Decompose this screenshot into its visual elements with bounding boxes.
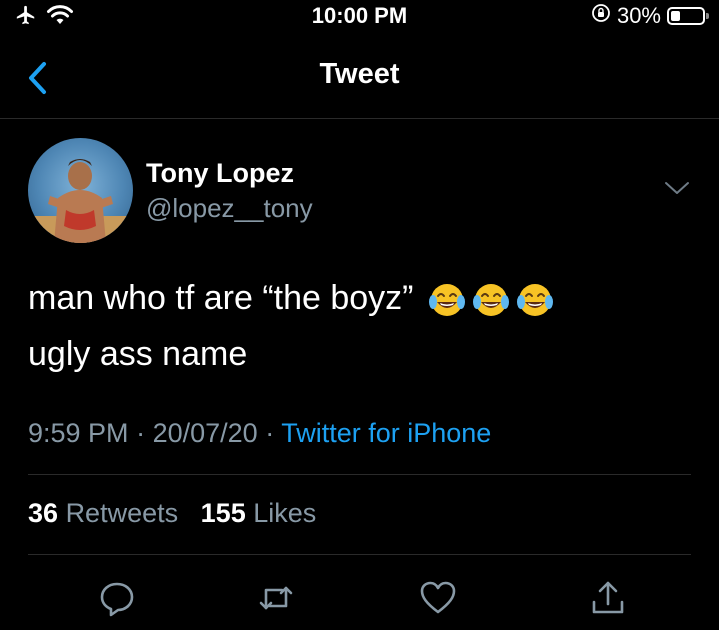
retweets-stat[interactable]: 36 Retweets [28,498,186,528]
reply-button[interactable] [97,578,137,618]
battery-fill [671,11,680,21]
divider [28,474,691,475]
page-title: Tweet [319,58,400,90]
tweet-text-line-2: ugly ass name [28,335,248,373]
author-handle[interactable]: @lopez__tony [146,193,313,224]
tweet-date: 20/07/20 [152,418,258,448]
tweet-text-line-1-content: man who tf are “the boyz” [28,279,414,317]
likes-stat[interactable]: 155 Likes [201,498,317,528]
tweet-action-bar [0,572,719,622]
tweet-meta: 9:59 PM · 20/07/20 · Twitter for iPhone [28,418,699,449]
share-icon [592,581,624,614]
meta-separator: · [265,418,275,448]
status-right: 30% [591,3,709,29]
like-label: Likes [253,498,317,528]
face-with-tears-of-joy-icon [472,284,509,317]
tweet-author: Tony Lopez @lopez__tony [28,138,699,248]
retweet-count: 36 [28,498,59,528]
caret-down-icon [665,182,689,194]
emoji-group [423,279,555,317]
tweet-stats: 36 Retweets 155 Likes [28,498,699,529]
nav-bar: Tweet [0,36,719,119]
tweet-options-button[interactable] [663,178,691,198]
battery-percent: 30% [616,3,661,28]
orientation-lock-icon [591,3,611,29]
retweet-label: Retweets [65,498,179,528]
retweet-button[interactable] [256,578,296,618]
face-with-tears-of-joy-icon [428,284,465,317]
share-button[interactable] [588,578,628,618]
like-button[interactable] [418,578,458,618]
tweet-detail-screen: 10:00 PM 30% Tweet Tony Lopez @lopez__to… [0,0,719,630]
battery-icon [667,7,709,25]
divider [28,554,691,555]
like-icon [420,581,456,614]
reply-icon [100,582,134,617]
face-with-tears-of-joy-icon [516,284,553,317]
author-name[interactable]: Tony Lopez [146,158,294,189]
tweet-source-link[interactable]: Twitter for iPhone [281,418,491,448]
tweet-text: man who tf are “the boyz” ugly ass name [28,270,689,382]
avatar[interactable] [28,138,133,243]
status-bar: 10:00 PM 30% [0,0,719,36]
like-count: 155 [200,498,246,528]
avatar-image [28,159,133,243]
meta-separator: · [136,418,146,448]
tweet-time: 9:59 PM [28,418,129,448]
battery-nub [706,13,709,19]
tweet-text-line-1: man who tf are “the boyz” [28,270,689,326]
retweet-icon [259,586,293,610]
